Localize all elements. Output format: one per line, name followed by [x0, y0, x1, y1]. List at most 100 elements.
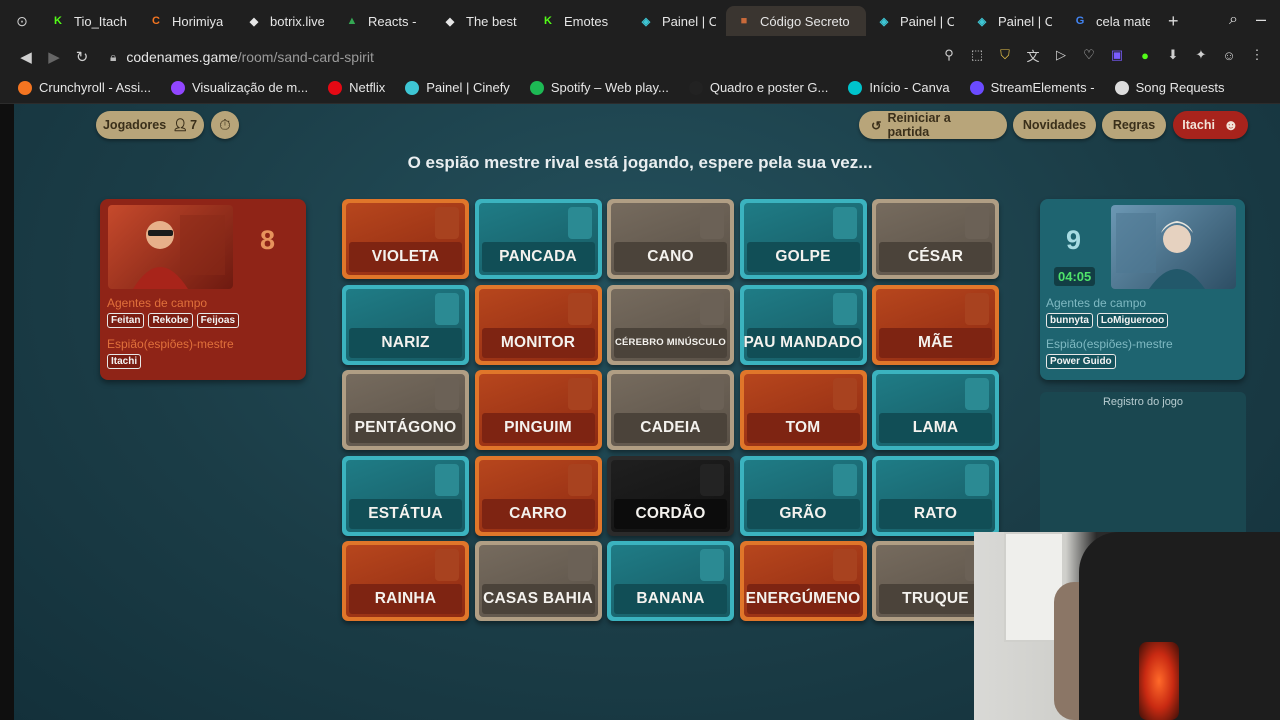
browser-tab[interactable]: C Horimiya — [138, 6, 236, 36]
browser-tab[interactable]: ■ Código Secreto — [726, 6, 866, 36]
agent-silhouette-icon — [435, 292, 459, 325]
news-button[interactable]: Novidades — [1013, 111, 1096, 139]
word-card[interactable]: TOM — [739, 370, 867, 450]
tab-search-icon[interactable]: ⌕ — [1229, 11, 1238, 29]
word-card[interactable]: CÉREBRO MINÚSCULO — [607, 284, 734, 365]
agent-silhouette-icon — [435, 207, 459, 239]
profile-icon[interactable]: ☺ — [1220, 46, 1238, 64]
timer-settings-button[interactable]: ⏱︎ — [211, 111, 239, 139]
card-word: PINGUIM — [504, 419, 572, 436]
bookmark-item[interactable]: Spotify – Web play... — [529, 80, 669, 95]
red-spymaster-label: Espião(espiões)-mestre — [107, 337, 234, 351]
agent-silhouette-icon — [965, 378, 989, 410]
browser-tab[interactable]: ◈ Painel | C — [628, 6, 726, 36]
bookmark-item[interactable]: Painel | Cinefy — [405, 80, 510, 95]
pin-icon[interactable]: ⚲ — [940, 46, 958, 64]
bookmark-label: Spotify – Web play... — [550, 80, 669, 95]
twitch-extension-icon[interactable]: ▣ — [1108, 46, 1126, 64]
heart-icon[interactable]: ♡ — [1080, 46, 1098, 64]
browser-menu-icon[interactable]: ⊙ — [14, 13, 30, 30]
shield-icon[interactable]: ⛉ — [996, 46, 1014, 64]
word-card[interactable]: ENERGÚMENO — [739, 541, 867, 621]
tab-favicon-icon: ◆ — [249, 15, 259, 28]
word-card[interactable]: PENTÁGONO — [342, 370, 469, 450]
red-agents-label: Agentes de campo — [107, 296, 208, 310]
card-word-plate: GRÃO — [746, 498, 860, 529]
player-tag[interactable]: Feijoas — [196, 313, 240, 328]
word-card[interactable]: CARRO — [474, 455, 602, 536]
bookmark-item[interactable]: Netflix — [328, 80, 385, 95]
word-card[interactable]: RAINHA — [342, 541, 469, 621]
user-menu-button[interactable]: Itachi ☻ — [1173, 111, 1248, 139]
browser-tab[interactable]: ◆ The best — [432, 6, 530, 36]
browser-tab[interactable]: ◈ Painel | C — [866, 6, 964, 36]
bookmark-item[interactable]: Song Requests — [1114, 80, 1225, 95]
bookmark-item[interactable]: Início - Canva — [848, 80, 950, 95]
browser-tab[interactable]: ▲ Reacts - — [334, 6, 432, 36]
notification-extension-icon[interactable]: ● — [1136, 46, 1154, 64]
player-tag[interactable]: bunnyta — [1046, 313, 1093, 328]
reload-icon[interactable]: ↻ — [68, 48, 96, 66]
minimize-icon[interactable]: – — [1256, 9, 1266, 30]
word-card[interactable]: LAMA — [872, 370, 999, 450]
tab-favicon-icon: ◆ — [445, 15, 455, 28]
browser-tab[interactable]: ◆ botrix.live — [236, 6, 334, 36]
word-card[interactable]: VIOLETA — [342, 199, 469, 279]
bookmark-label: Netflix — [349, 80, 386, 95]
card-word: GOLPE — [775, 248, 831, 265]
browser-tab[interactable]: Gcela mate — [1062, 6, 1160, 36]
url-field[interactable]: 🔒︎ codenames.game/room/sand-card-spirit — [110, 49, 374, 65]
word-card[interactable]: PINGUIM — [474, 370, 602, 450]
bookmark-item[interactable]: StreamElements - — [969, 80, 1095, 95]
word-card[interactable]: PAU MANDADO — [739, 284, 867, 365]
word-card[interactable]: CADEIA — [607, 370, 734, 450]
word-card[interactable]: MÃE — [872, 284, 999, 365]
player-tag[interactable]: Itachi — [107, 354, 142, 369]
card-word-plate: ESTÁTUA — [349, 498, 462, 529]
word-card[interactable]: CORDÃO — [607, 455, 734, 536]
tab-title: Painel | C — [998, 13, 1052, 29]
rules-button[interactable]: Regras — [1102, 111, 1166, 139]
agent-silhouette-icon — [700, 463, 724, 496]
card-word-plate: ENERGÚMENO — [746, 584, 860, 614]
more-menu-icon[interactable]: ⋮ — [1248, 46, 1266, 64]
bookmark-item[interactable]: Quadro e poster G... — [688, 80, 828, 95]
word-card[interactable]: ESTÁTUA — [342, 455, 469, 536]
player-tag[interactable]: Feitan — [107, 313, 145, 328]
download-icon[interactable]: ⬇ — [1164, 46, 1182, 64]
browser-tab[interactable]: K Tio_Itach — [40, 6, 138, 36]
browser-tab[interactable]: K Emotes — [530, 6, 628, 36]
word-card[interactable]: NARIZ — [342, 284, 469, 365]
player-tag[interactable]: LoMiguerooo — [1096, 313, 1169, 328]
word-card[interactable]: GRÃO — [739, 455, 867, 536]
card-word: GRÃO — [779, 504, 827, 522]
word-card[interactable]: MONITOR — [474, 284, 602, 365]
word-card[interactable]: PANCADA — [474, 199, 602, 279]
restart-game-button[interactable]: ↺ Reiniciar a partida — [859, 111, 1007, 139]
word-card[interactable]: GOLPE — [739, 199, 867, 279]
bookmark-label: Início - Canva — [869, 80, 950, 95]
player-tag[interactable]: Rekobe — [148, 313, 193, 328]
card-word: NARIZ — [381, 333, 430, 351]
bookmark-item[interactable]: Crunchyroll - Assi... — [18, 80, 151, 95]
word-card[interactable]: CASAS BAHIA — [474, 541, 602, 621]
card-word: CARRO — [509, 504, 567, 522]
word-card[interactable]: CÉSAR — [872, 199, 999, 279]
play-icon[interactable]: ▷ — [1052, 46, 1070, 64]
new-tab-button[interactable]: + — [1168, 11, 1179, 32]
stopwatch-icon: ⏱︎ — [219, 116, 231, 134]
players-button[interactable]: Jogadores 👤︎ 7 — [96, 111, 204, 139]
bookmark-item[interactable]: Visualização de m... — [170, 80, 308, 95]
screenshot-icon[interactable]: ⬚ — [968, 46, 986, 64]
browser-tab[interactable]: ◈ Painel | C — [964, 6, 1062, 36]
player-tag[interactable]: Power Guido — [1046, 354, 1116, 369]
card-word: TRUQUE — [902, 590, 969, 607]
puzzle-icon[interactable]: ✦ — [1192, 46, 1210, 64]
translate-icon[interactable]: 文 — [1024, 46, 1042, 64]
word-card[interactable]: RATO — [872, 455, 999, 536]
back-icon[interactable]: ◀ — [12, 48, 40, 66]
forward-icon[interactable]: ▶ — [40, 48, 68, 66]
site-info-icon[interactable]: 🔒︎ — [110, 50, 116, 65]
word-card[interactable]: BANANA — [607, 541, 734, 621]
word-card[interactable]: CANO — [607, 199, 734, 279]
